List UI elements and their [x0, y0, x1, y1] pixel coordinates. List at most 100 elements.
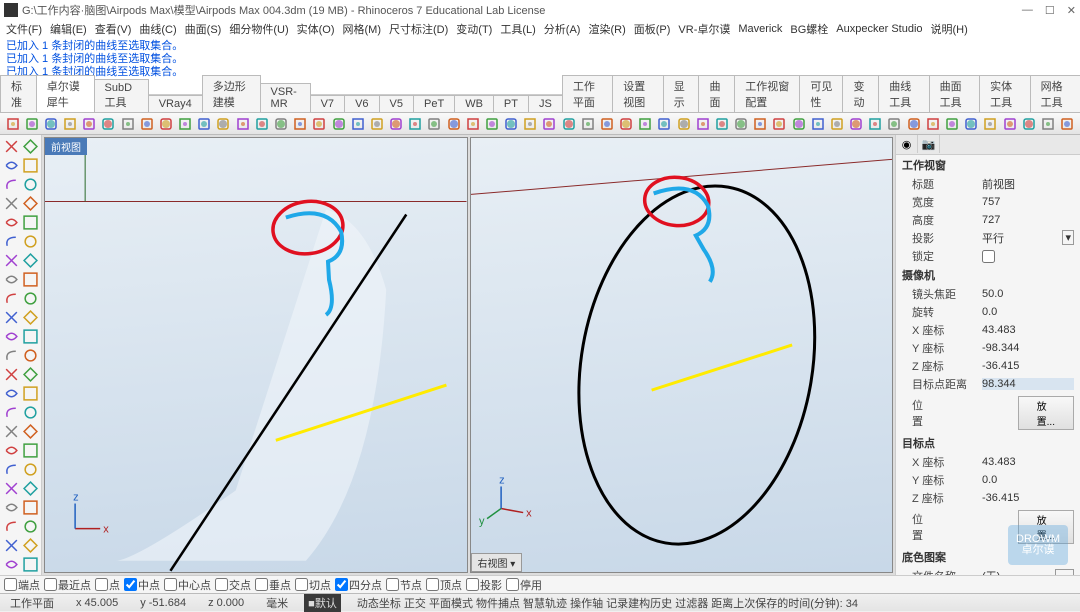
tab[interactable]: 曲面 — [698, 75, 735, 112]
menu-item[interactable]: 细分物件(U) — [229, 21, 288, 37]
osnap-item[interactable]: 中点 — [124, 577, 160, 593]
prop-value[interactable]: 43.483 — [982, 456, 1074, 468]
tool-icon[interactable] — [2, 327, 20, 345]
tool-icon[interactable] — [579, 115, 596, 133]
status-layer[interactable]: ■默认 — [304, 594, 341, 612]
tool-icon[interactable] — [330, 115, 347, 133]
tab[interactable]: 标准 — [0, 75, 37, 112]
viewport-3333[interactable]: 3333 ▾ x z y 右视图 ▾ — [470, 137, 894, 573]
tool-icon[interactable] — [21, 175, 39, 193]
tool-icon[interactable] — [848, 115, 865, 133]
osnap-item[interactable]: 最近点 — [44, 577, 91, 593]
tool-icon[interactable] — [2, 289, 20, 307]
tool-icon[interactable] — [905, 115, 922, 133]
tool-icon[interactable] — [694, 115, 711, 133]
tool-icon[interactable] — [196, 115, 213, 133]
tool-icon[interactable] — [21, 555, 39, 573]
tool-icon[interactable] — [2, 422, 20, 440]
osnap-item[interactable]: 停用 — [506, 577, 542, 593]
tool-icon[interactable] — [21, 308, 39, 326]
panel-tab-camera-icon[interactable]: 📷 — [918, 135, 940, 153]
status-cplane[interactable]: 工作平面 — [4, 595, 60, 611]
tool-icon[interactable] — [598, 115, 615, 133]
browse-button[interactable]: … — [1055, 569, 1074, 575]
menu-item[interactable]: 变动(T) — [456, 21, 492, 37]
tab[interactable]: 变动 — [842, 75, 879, 112]
prop-value[interactable]: 前视图 — [982, 176, 1074, 192]
tool-icon[interactable] — [21, 156, 39, 174]
tool-icon[interactable] — [21, 251, 39, 269]
tool-icon[interactable] — [2, 194, 20, 212]
lock-checkbox[interactable] — [982, 250, 995, 263]
tab[interactable]: 工作视窗配置 — [734, 75, 800, 112]
tool-icon[interactable] — [21, 536, 39, 554]
tool-icon[interactable] — [2, 403, 20, 421]
tool-icon[interactable] — [943, 115, 960, 133]
tab[interactable]: PT — [493, 95, 529, 112]
tool-icon[interactable] — [733, 115, 750, 133]
tab[interactable]: WB — [454, 95, 494, 112]
tool-icon[interactable] — [2, 384, 20, 402]
menu-item[interactable]: 文件(F) — [6, 21, 42, 37]
tool-icon[interactable] — [119, 115, 136, 133]
tool-icon[interactable] — [2, 137, 20, 155]
tool-icon[interactable] — [2, 270, 20, 288]
tool-icon[interactable] — [21, 517, 39, 535]
tool-icon[interactable] — [21, 289, 39, 307]
prop-value[interactable]: 727 — [982, 214, 1074, 226]
tab[interactable]: 卓尔谟犀牛 — [36, 75, 95, 112]
tool-icon[interactable] — [292, 115, 309, 133]
tab[interactable]: PeT — [413, 95, 455, 112]
menu-item[interactable]: 实体(O) — [297, 21, 335, 37]
tool-icon[interactable] — [21, 232, 39, 250]
tool-icon[interactable] — [2, 251, 20, 269]
tab[interactable]: V5 — [379, 95, 414, 112]
tool-icon[interactable] — [1020, 115, 1037, 133]
menu-item[interactable]: VR-卓尔谟 — [678, 21, 730, 37]
tool-icon[interactable] — [2, 441, 20, 459]
tool-icon[interactable] — [618, 115, 635, 133]
osnap-item[interactable]: 交点 — [215, 577, 251, 593]
menu-item[interactable]: Auxpecker Studio — [836, 23, 922, 35]
tab[interactable]: JS — [528, 95, 563, 112]
menu-item[interactable]: 分析(A) — [544, 21, 581, 37]
tab[interactable]: VRay4 — [148, 95, 203, 112]
tool-icon[interactable] — [21, 346, 39, 364]
tool-icon[interactable] — [157, 115, 174, 133]
viewport-label[interactable]: 右视图 ▾ — [471, 553, 523, 572]
tool-icon[interactable] — [656, 115, 673, 133]
tool-icon[interactable] — [21, 498, 39, 516]
tool-icon[interactable] — [2, 536, 20, 554]
tool-icon[interactable] — [1039, 115, 1056, 133]
tab[interactable]: 设置视图 — [612, 75, 663, 112]
tab[interactable]: V6 — [344, 95, 379, 112]
tab[interactable]: 可见性 — [799, 75, 843, 112]
tool-icon[interactable] — [2, 156, 20, 174]
tool-icon[interactable] — [62, 115, 79, 133]
tool-icon[interactable] — [407, 115, 424, 133]
tool-icon[interactable] — [368, 115, 385, 133]
osnap-item[interactable]: 垂点 — [255, 577, 291, 593]
tool-icon[interactable] — [21, 194, 39, 212]
tool-icon[interactable] — [1058, 115, 1075, 133]
tool-icon[interactable] — [2, 479, 20, 497]
tool-icon[interactable] — [21, 422, 39, 440]
tool-icon[interactable] — [2, 175, 20, 193]
tool-icon[interactable] — [21, 460, 39, 478]
menu-item[interactable]: 尺寸标注(D) — [389, 21, 448, 37]
tool-icon[interactable] — [790, 115, 807, 133]
osnap-item[interactable]: 投影 — [466, 577, 502, 593]
menu-item[interactable]: 渲染(R) — [588, 21, 625, 37]
prop-value[interactable]: 0.0 — [982, 474, 1074, 486]
tool-icon[interactable] — [828, 115, 845, 133]
tool-icon[interactable] — [21, 441, 39, 459]
tool-icon[interactable] — [541, 115, 558, 133]
maximize-button[interactable]: ☐ — [1045, 4, 1055, 17]
tool-icon[interactable] — [426, 115, 443, 133]
tool-icon[interactable] — [21, 365, 39, 383]
tool-icon[interactable] — [349, 115, 366, 133]
place-button[interactable]: 放置... — [1018, 396, 1074, 430]
tab[interactable]: 网格工具 — [1030, 75, 1080, 112]
tool-icon[interactable] — [21, 384, 39, 402]
tool-icon[interactable] — [1001, 115, 1018, 133]
